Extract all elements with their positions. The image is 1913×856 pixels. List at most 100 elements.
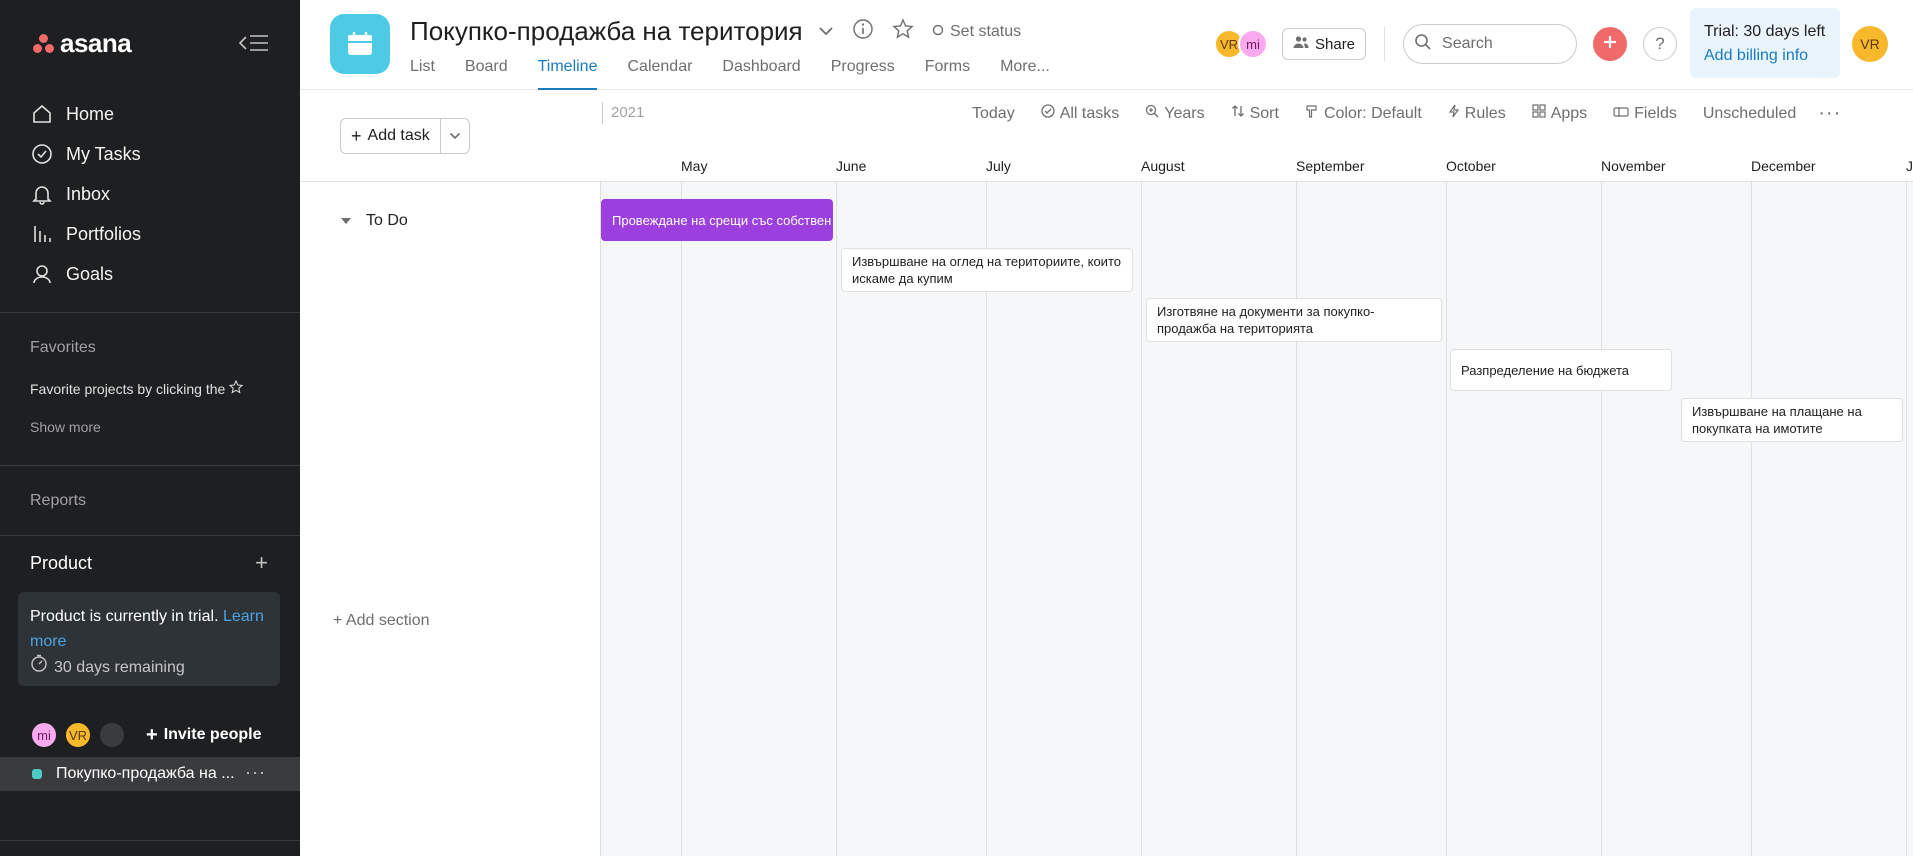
sidebar-item-label: Home: [66, 103, 115, 124]
tab-list[interactable]: List: [410, 58, 435, 90]
sidebar-item-label: Portfolios: [66, 223, 142, 244]
unscheduled-button[interactable]: Unscheduled: [1703, 105, 1796, 123]
timeline-task-bar[interactable]: Изготвяне на документи за покупко-продаж…: [1146, 298, 1442, 342]
task-name: Разпределение на бюджета: [1461, 362, 1630, 378]
days-remaining: 30 days remaining: [54, 658, 185, 676]
fields-label: Fields: [1634, 104, 1677, 122]
sidebar-nav: Home My Tasks Inbox Portfolios Goals: [30, 94, 141, 294]
divider: [0, 312, 300, 313]
timeline-task-bar[interactable]: Провеждане на срещи със собственици: [601, 199, 833, 241]
sidebar-item-label: My Tasks: [66, 143, 141, 164]
project-tabs: List Board Timeline Calendar Dashboard P…: [410, 58, 1050, 90]
share-label: Share: [1315, 35, 1356, 53]
project-item-label: Покупко-продажба на ...: [56, 765, 235, 782]
collapse-sidebar-icon[interactable]: [236, 30, 270, 56]
month-gridline: [1906, 182, 1907, 856]
trial-banner: Product is currently in trial. Learn mor…: [18, 592, 280, 686]
asana-logo[interactable]: asana: [32, 28, 132, 59]
search-input[interactable]: Search: [1403, 24, 1578, 64]
set-status-label: Set status: [950, 22, 1022, 40]
tab-timeline[interactable]: Timeline: [537, 58, 597, 90]
check-circle-icon: [30, 142, 54, 166]
month-gridline: [681, 182, 682, 856]
add-section-button[interactable]: + Add section: [333, 612, 430, 630]
invite-people-button[interactable]: + Invite people: [146, 725, 261, 745]
year-label: 2021: [602, 102, 644, 124]
star-icon[interactable]: [892, 18, 914, 45]
plus-icon: +: [146, 724, 158, 746]
add-billing-link[interactable]: Add billing info: [1704, 44, 1826, 68]
tab-forms[interactable]: Forms: [925, 58, 970, 90]
person-icon: [30, 262, 54, 286]
favorites-hint: Favorite projects by clicking the: [30, 379, 244, 397]
home-icon: [30, 102, 54, 126]
years-label: Years: [1164, 104, 1205, 122]
sidebar-project-item[interactable]: Покупко-продажба на ... ···: [0, 757, 300, 791]
tab-more[interactable]: More...: [1000, 58, 1050, 90]
zoom-icon: [1145, 104, 1159, 123]
zoom-years-button[interactable]: Years: [1145, 104, 1205, 123]
timeline-grid[interactable]: Провеждане на срещи със собственици Извъ…: [600, 182, 1913, 856]
sidebar-item-inbox[interactable]: Inbox: [30, 174, 141, 214]
status-circle-icon: [932, 23, 944, 41]
sidebar: asana Home My Tasks Inbox Portfolios Goa…: [0, 0, 300, 856]
more-options-icon[interactable]: ···: [1818, 102, 1841, 125]
quick-add-button[interactable]: [1593, 27, 1628, 61]
trial-text: Product is currently in trial.: [30, 608, 219, 625]
tab-progress[interactable]: Progress: [831, 58, 895, 90]
team-name[interactable]: Product: [30, 553, 92, 574]
trial-billing-box: Trial: 30 days left Add billing info: [1690, 8, 1840, 78]
add-task-dropdown[interactable]: [441, 119, 469, 153]
month-label: October: [1446, 158, 1496, 174]
lightning-icon: [1448, 104, 1460, 123]
timeline-task-bar[interactable]: Разпределение на бюджета: [1450, 349, 1672, 391]
team-row: Product +: [30, 552, 268, 574]
tab-dashboard[interactable]: Dashboard: [722, 58, 800, 90]
project-title[interactable]: Покупко-продажба на територия: [410, 16, 803, 47]
fields-button[interactable]: Fields: [1613, 105, 1677, 123]
project-color-dot: [32, 769, 42, 779]
avatar[interactable]: VR: [64, 721, 92, 749]
info-icon[interactable]: [852, 18, 874, 45]
section-header[interactable]: To Do: [340, 212, 408, 230]
rules-button[interactable]: Rules: [1448, 104, 1506, 123]
share-button[interactable]: Share: [1282, 28, 1367, 60]
favorites-heading[interactable]: Favorites: [30, 339, 96, 357]
tab-board[interactable]: Board: [465, 58, 508, 90]
divider: [0, 465, 300, 466]
bell-icon: [30, 182, 54, 206]
sidebar-item-home[interactable]: Home: [30, 94, 141, 134]
month-label: December: [1751, 158, 1816, 174]
add-team-project-icon[interactable]: +: [255, 552, 268, 574]
add-task-button[interactable]: + Add task: [341, 119, 441, 153]
calendar-project-icon[interactable]: [330, 14, 390, 74]
reports-heading[interactable]: Reports: [30, 492, 86, 510]
sidebar-item-goals[interactable]: Goals: [30, 254, 141, 294]
help-icon[interactable]: ?: [1643, 27, 1678, 61]
sort-button[interactable]: Sort: [1231, 104, 1279, 123]
today-button[interactable]: Today: [972, 105, 1015, 123]
avatar[interactable]: [98, 721, 126, 749]
sidebar-item-my-tasks[interactable]: My Tasks: [30, 134, 141, 174]
user-avatar[interactable]: VR: [1852, 26, 1888, 62]
timeline-task-bar[interactable]: Извършване на плащане на покупката на им…: [1681, 398, 1903, 442]
sidebar-item-portfolios[interactable]: Portfolios: [30, 214, 141, 254]
divider: [1384, 27, 1386, 61]
color-button[interactable]: Color: Default: [1305, 104, 1422, 123]
task-name: Провеждане на срещи със собственици: [612, 212, 833, 228]
timeline-task-bar[interactable]: Извършване на оглед на териториите, коит…: [841, 248, 1133, 292]
avatar[interactable]: mi: [30, 721, 58, 749]
apps-grid-icon: [1532, 104, 1546, 123]
caret-down-icon[interactable]: [340, 212, 352, 230]
more-options-icon[interactable]: ···: [245, 762, 266, 783]
month-gridline: [1751, 182, 1752, 856]
chevron-down-icon[interactable]: [818, 23, 834, 41]
avatar[interactable]: mi: [1238, 29, 1268, 59]
all-tasks-button[interactable]: All tasks: [1041, 104, 1119, 123]
people-icon: [1293, 35, 1309, 53]
stopwatch-icon: [30, 654, 48, 680]
tab-calendar[interactable]: Calendar: [627, 58, 692, 90]
apps-button[interactable]: Apps: [1532, 104, 1587, 123]
set-status-button[interactable]: Set status: [932, 23, 1021, 41]
show-more-link[interactable]: Show more: [30, 419, 101, 435]
